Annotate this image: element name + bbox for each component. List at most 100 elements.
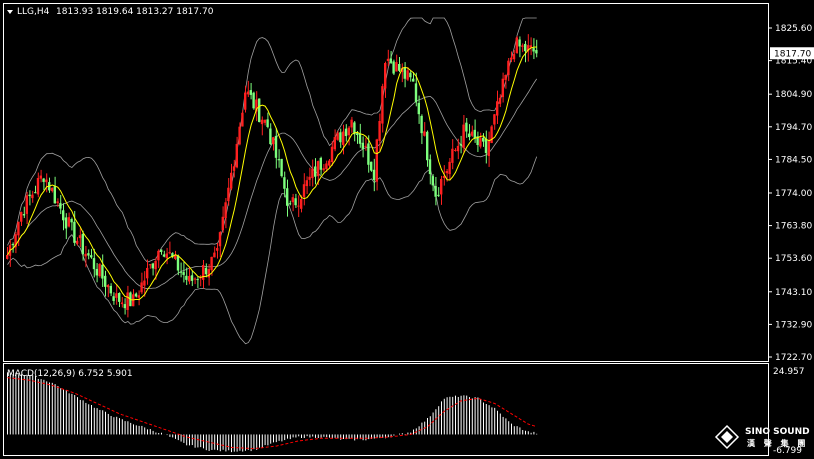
candle-bear [118, 292, 121, 302]
candle-bear [258, 98, 261, 123]
candle-bear [204, 267, 208, 275]
candle-bear [288, 203, 292, 205]
candle-bear [176, 255, 180, 271]
candle-bear [482, 137, 485, 142]
candle-bull [56, 201, 59, 204]
candle-bear [101, 264, 104, 279]
macd-label: MACD(12,26,9) 6.752 5.901 [7, 369, 133, 379]
candle-bear [87, 253, 90, 256]
candle-bull [230, 172, 233, 189]
candle-bull [120, 302, 124, 305]
candle-bear [468, 133, 471, 138]
candle-bull [202, 265, 205, 280]
watermark-brand: SINO SOUND [745, 427, 810, 437]
candle-bear [524, 43, 527, 52]
candle-bull [193, 278, 196, 280]
candle-bull [188, 276, 191, 282]
candle-bull [20, 212, 23, 222]
candle-bull [395, 62, 398, 72]
candle-bull [375, 139, 378, 182]
candle-bear [73, 221, 76, 243]
candle-bear [190, 275, 194, 281]
candle-bull [76, 240, 79, 244]
candle-bull [244, 92, 247, 110]
candle-bull [445, 171, 448, 174]
candle-bull [78, 235, 82, 239]
candle-bull [246, 91, 250, 95]
chart-background [0, 0, 814, 459]
price-tick-label: 1753.60 [775, 254, 812, 264]
candle-bull [235, 143, 238, 168]
candle-bull [17, 221, 20, 236]
candle-bull [302, 184, 306, 197]
candle-bear [389, 58, 392, 63]
candle-bull [384, 62, 387, 89]
candle-bear [414, 83, 418, 103]
candle-bear [90, 255, 93, 258]
candle-bull [440, 178, 443, 195]
ohlc-values: 1813.93 1819.64 1813.27 1817.70 [56, 7, 214, 17]
candle-bear [28, 194, 31, 197]
candle-bull [263, 119, 266, 123]
candle-bear [134, 293, 138, 297]
candle-bear [358, 133, 362, 144]
candle-bear [104, 275, 107, 287]
candle-bear [277, 159, 280, 161]
candle-bull [36, 177, 40, 195]
candle-bear [532, 48, 535, 52]
candle-bull [218, 232, 222, 247]
candle-bear [417, 102, 420, 115]
candle-bull [305, 180, 308, 187]
candle-bull [216, 247, 219, 251]
candle-bull [140, 282, 143, 293]
trading-chart[interactable]: 1825.601815.401804.901794.701784.501774.… [0, 0, 814, 459]
candle-bear [420, 115, 423, 134]
candle-bull [260, 119, 264, 125]
candle-bull [504, 74, 507, 81]
candle-bull [470, 131, 474, 136]
candle-bull [311, 168, 314, 179]
chart-header[interactable]: LLG,H4 1813.93 1819.64 1813.27 1817.70 [7, 7, 214, 17]
candle-bull [67, 217, 70, 227]
symbol-label: LLG,H4 [17, 7, 50, 17]
candle-bull [115, 293, 118, 298]
candle-bull [342, 131, 345, 145]
candle-bull [137, 295, 140, 298]
candle-bull [300, 198, 303, 209]
candle-bear [473, 129, 476, 139]
candle-bear [356, 133, 359, 136]
candle-bear [160, 249, 163, 252]
candle-bear [431, 176, 434, 186]
candle-bear [361, 142, 364, 149]
candle-bear [112, 296, 115, 301]
price-tick-label: 1743.10 [775, 288, 812, 298]
candle-bull [493, 114, 496, 125]
candle-bull [126, 292, 129, 310]
candle-bull [501, 78, 504, 98]
candle-bull [31, 194, 34, 199]
candle-bull [325, 163, 328, 170]
candle-bear [434, 185, 437, 197]
candle-bull [487, 140, 490, 157]
candle-bear [53, 186, 56, 204]
candle-bear [185, 275, 188, 280]
candle-bull [498, 97, 502, 104]
candle-bear [70, 219, 73, 223]
candle-bear [367, 143, 370, 165]
candle-bull [154, 260, 157, 270]
candle-bull [406, 70, 409, 80]
candle-bull [328, 160, 331, 166]
candle-bear [62, 210, 65, 221]
candle-bear [372, 169, 376, 181]
candle-bear [42, 178, 45, 182]
candle-bear [428, 159, 432, 175]
candle-bull [39, 175, 42, 179]
candle-bull [213, 252, 216, 258]
price-tick-label: 1774.00 [775, 189, 812, 199]
candle-bull [84, 253, 87, 257]
candle-bear [484, 138, 488, 154]
candle-bear [179, 271, 182, 273]
candle-bull [227, 187, 230, 202]
candle-bull [143, 280, 146, 286]
candle-bear [274, 135, 278, 158]
